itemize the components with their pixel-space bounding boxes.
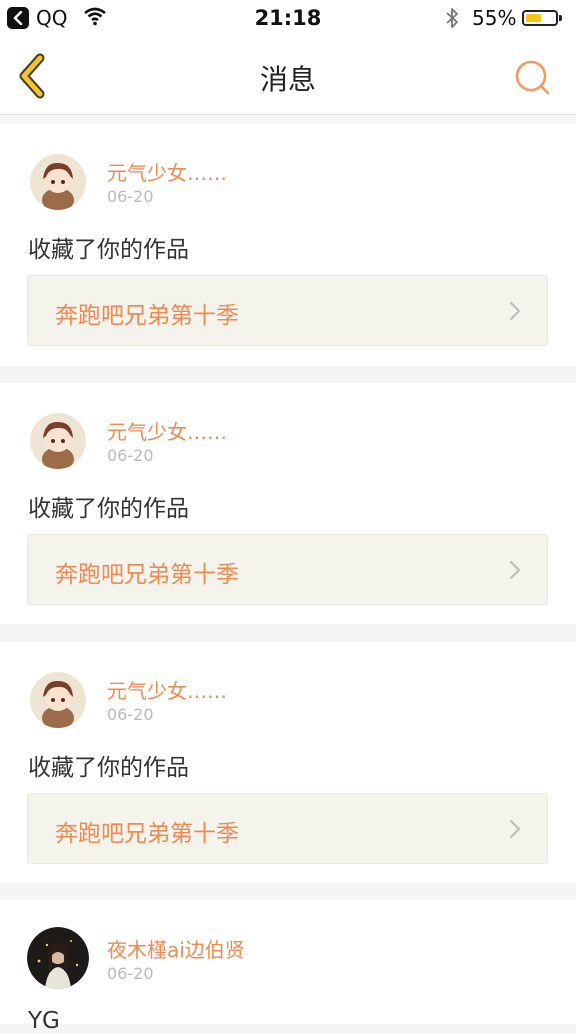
battery-icon	[522, 10, 558, 26]
user-avatar[interactable]	[30, 413, 86, 469]
search-button[interactable]	[510, 56, 554, 100]
message-date: 06-20	[107, 446, 154, 465]
search-icon	[515, 60, 550, 95]
user-avatar[interactable]	[30, 154, 86, 210]
username[interactable]: 元气少女……	[107, 157, 227, 186]
status-bar: QQ 21:18 55%	[0, 0, 576, 40]
user-avatar[interactable]	[30, 672, 86, 728]
work-link[interactable]: 奔跑吧兄弟第十季	[27, 275, 548, 346]
message-action-text: 收藏了你的作品	[28, 496, 189, 522]
message-action-text: 收藏了你的作品	[28, 755, 189, 781]
username[interactable]: 夜木槿ai边伯贤	[107, 934, 245, 963]
work-title: 奔跑吧兄弟第十季	[55, 562, 239, 588]
username[interactable]: 元气少女……	[107, 416, 227, 445]
bluetooth-icon	[444, 6, 460, 34]
work-title: 奔跑吧兄弟第十季	[55, 821, 239, 847]
navigation-bar: 消息	[0, 40, 576, 115]
message-card[interactable]: 夜木槿ai边伯贤 06-20 YG	[0, 900, 576, 1034]
message-card[interactable]: 元气少女…… 06-20 收藏了你的作品 奔跑吧兄弟第十季	[0, 383, 576, 624]
battery-tip	[559, 15, 562, 21]
work-link[interactable]: 奔跑吧兄弟第十季	[27, 793, 548, 864]
message-date: 06-20	[107, 187, 154, 206]
message-action-text: 收藏了你的作品	[28, 237, 189, 263]
chevron-right-icon	[509, 819, 521, 839]
chevron-right-icon	[509, 301, 521, 321]
work-link[interactable]: 奔跑吧兄弟第十季	[27, 534, 548, 605]
chevron-right-icon	[509, 560, 521, 580]
battery-percent: 55%	[472, 6, 517, 30]
message-action-text: YG	[28, 1008, 60, 1034]
username[interactable]: 元气少女……	[107, 675, 227, 704]
work-title: 奔跑吧兄弟第十季	[55, 303, 239, 329]
battery-fill	[526, 14, 541, 22]
page-title: 消息	[259, 63, 316, 96]
message-card[interactable]: 元气少女…… 06-20 收藏了你的作品 奔跑吧兄弟第十季	[0, 642, 576, 883]
message-card[interactable]: 元气少女…… 06-20 收藏了你的作品 奔跑吧兄弟第十季	[0, 124, 576, 366]
user-avatar[interactable]	[27, 927, 89, 989]
message-date: 06-20	[107, 964, 154, 983]
message-date: 06-20	[107, 705, 154, 724]
